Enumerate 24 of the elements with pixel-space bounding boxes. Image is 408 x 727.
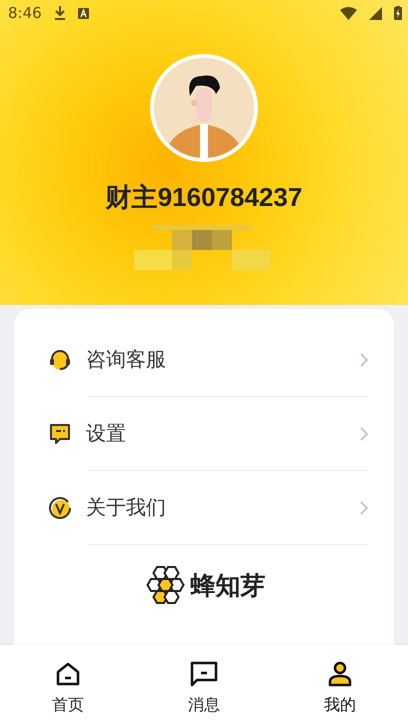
avatar[interactable] [150, 54, 258, 162]
user-name: 财主9160784237 [106, 181, 302, 214]
chevron-right-icon [360, 352, 368, 366]
person-icon [327, 661, 353, 687]
headset-icon [48, 348, 72, 372]
chevron-right-icon [360, 426, 368, 440]
download-icon [54, 6, 66, 20]
home-icon [55, 661, 81, 687]
brand-name: 蜂知芽 [190, 570, 266, 602]
tab[interactable]: 消息 [136, 645, 272, 727]
message-icon [190, 661, 218, 687]
battery-icon [394, 6, 402, 20]
chevron-right-icon [360, 500, 368, 514]
tab[interactable]: 首页 [0, 645, 136, 727]
tab[interactable]: 我的 [272, 645, 408, 727]
menu-item[interactable]: 关于我们 [14, 471, 394, 544]
check-badge-icon [48, 496, 72, 520]
menu-item[interactable]: 设置 [14, 397, 394, 470]
status-time: 8:46 [8, 4, 42, 22]
signal-icon [369, 6, 382, 20]
keyboard-icon [78, 8, 89, 18]
menu-item[interactable]: 咨询客服 [14, 323, 394, 396]
wifi-icon [340, 6, 357, 20]
chat-icon [48, 422, 72, 446]
